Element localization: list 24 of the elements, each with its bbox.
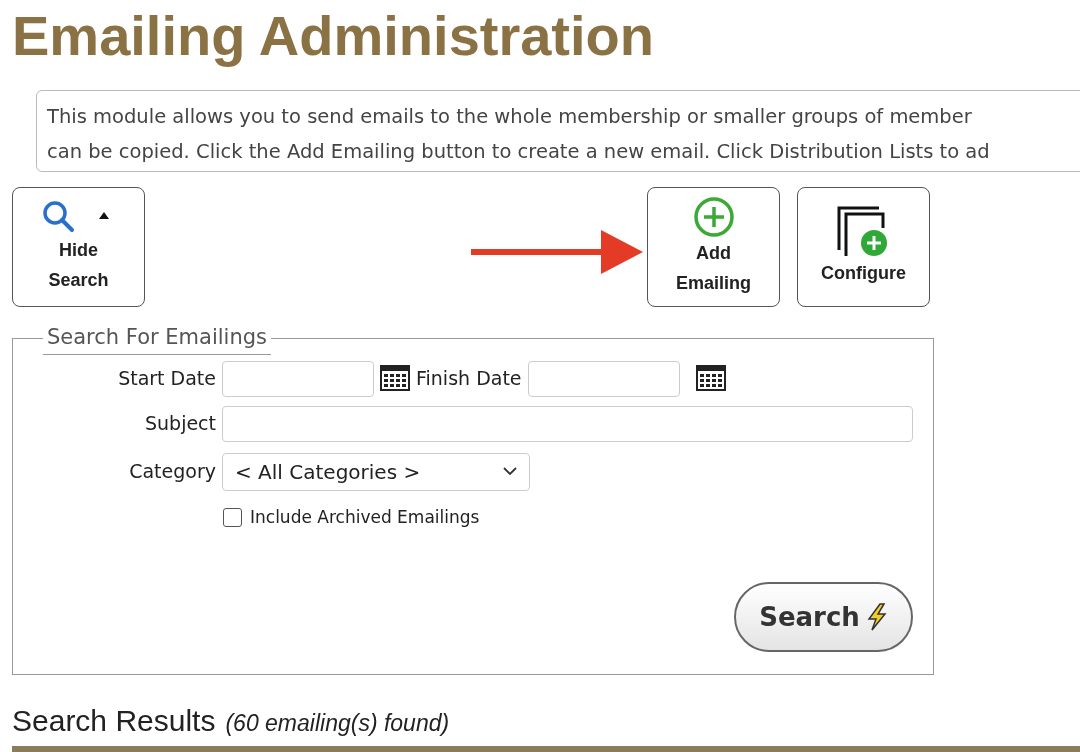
subject-field[interactable] [222,405,913,442]
date-field[interactable] [527,360,680,397]
description-box: This module allows you to send emails to the whole membership or smaller groups of member can be copied. Click the Add Emailing button to create a new email. Click Distribution Lists to ad [36,90,1080,172]
field-label: Category [128,459,216,485]
lightning-icon [865,603,888,631]
page-title: Emailing Administration [12,3,654,69]
category-select[interactable]: < All Categories > [222,452,530,491]
field-label: Finish Date [416,366,522,392]
results-count: (60 emailing(s) found) [225,709,450,738]
results-title: Search Results [12,703,216,739]
configure-button[interactable]: Configure [797,187,930,307]
panel-legend: Search For Emailings [43,322,271,355]
field-label: Subject [143,411,216,437]
hide-search-button[interactable]: Hide Search [12,187,145,307]
chevron-down-icon [503,467,517,476]
field-label: Start Date [117,366,216,392]
date-field[interactable] [222,360,374,397]
calendar-icon [380,364,410,391]
plus-circle-icon [692,196,735,238]
add-button[interactable]: Add Emailing [647,187,780,307]
calendar-icon [695,364,726,391]
checkbox[interactable] [223,507,242,527]
search-button[interactable]: Search [734,582,913,652]
checkbox-label: Include Archived Emailings [250,505,480,529]
